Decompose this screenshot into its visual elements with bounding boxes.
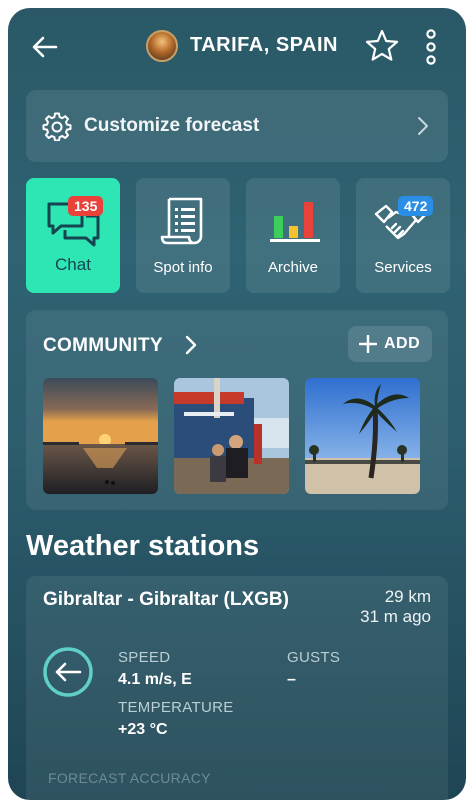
plus-icon	[358, 334, 378, 354]
tile-chat-label: Chat	[55, 255, 91, 274]
tile-services-label: Services	[374, 259, 432, 276]
top-bar: TARIFA, SPAIN	[8, 8, 466, 88]
community-photo-ship[interactable]	[174, 378, 289, 494]
tile-archive[interactable]: Archive	[246, 178, 340, 293]
speed-label: SPEED	[118, 649, 171, 666]
temperature-value: +23 °C	[118, 721, 168, 738]
add-label: ADD	[384, 335, 421, 352]
station-name: Gibraltar - Gibraltar (LXGB)	[43, 589, 289, 610]
chat-badge: 135	[68, 196, 104, 216]
chevron-right-icon	[416, 116, 430, 136]
community-section: COMMUNITY ADD	[26, 310, 448, 510]
gusts-value: –	[287, 671, 296, 688]
temperature-label: TEMPERATURE	[118, 699, 234, 716]
chevron-right-icon[interactable]	[184, 334, 198, 356]
tile-services[interactable]: 472 Services	[356, 178, 450, 293]
station-card[interactable]: Gibraltar - Gibraltar (LXGB) 29 km 31 m …	[26, 576, 448, 800]
document-icon	[159, 196, 209, 246]
location-avatar[interactable]	[146, 30, 178, 62]
community-title[interactable]: COMMUNITY	[43, 335, 163, 357]
tile-spot-info-label: Spot info	[153, 259, 213, 276]
community-photo-palm[interactable]	[305, 378, 420, 494]
speed-value: 4.1 m/s, E	[118, 671, 192, 688]
station-updated: 31 m ago	[360, 607, 431, 626]
location-title[interactable]: TARIFA, SPAIN	[190, 34, 338, 57]
tile-chat[interactable]: 135 Chat	[26, 178, 120, 293]
tile-spot-info[interactable]: Spot info	[136, 178, 230, 293]
add-button[interactable]: ADD	[348, 326, 432, 362]
services-badge: 472	[398, 196, 434, 216]
bar-chart-icon	[269, 196, 320, 246]
weather-stations-title: Weather stations	[26, 530, 260, 562]
more-vertical-icon[interactable]	[416, 28, 446, 68]
wind-direction-icon	[42, 646, 94, 698]
station-distance: 29 km	[384, 587, 431, 606]
tile-archive-label: Archive	[267, 259, 319, 276]
community-photo-sunset[interactable]	[43, 378, 158, 494]
customize-forecast-button[interactable]: Customize forecast	[26, 90, 448, 162]
app-screen: TARIFA, SPAIN Customize forecast 135 Cha…	[8, 8, 466, 800]
gear-icon	[42, 111, 72, 142]
customize-forecast-label: Customize forecast	[84, 115, 260, 136]
forecast-accuracy-label: FORECAST ACCURACY	[48, 770, 211, 786]
star-icon[interactable]	[364, 28, 400, 64]
gusts-label: GUSTS	[287, 649, 341, 666]
back-arrow-icon[interactable]	[30, 32, 60, 62]
